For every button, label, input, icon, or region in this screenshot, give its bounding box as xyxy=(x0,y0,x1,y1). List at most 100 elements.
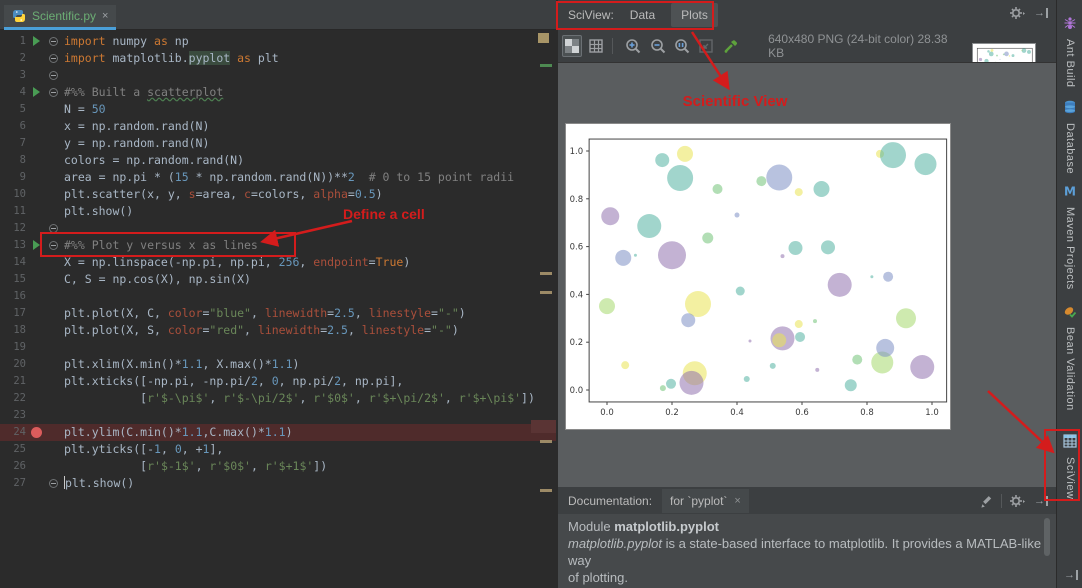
code-line-8[interactable]: 8colors = np.random.rand(N) xyxy=(0,152,556,169)
run-cell-icon[interactable] xyxy=(26,84,46,101)
actual-size-icon[interactable] xyxy=(672,35,692,57)
grid-icon[interactable] xyxy=(586,35,606,57)
code-line-19[interactable]: 19 xyxy=(0,339,556,356)
edit-pencil-icon[interactable] xyxy=(980,495,993,508)
tab-plots[interactable]: Plots xyxy=(671,3,718,27)
code-line-15[interactable]: 15C, S = np.cos(X), np.sin(X) xyxy=(0,271,556,288)
gear-icon[interactable] xyxy=(1010,6,1026,20)
code-line-11[interactable]: 11plt.show() xyxy=(0,203,556,220)
fold-marker-icon[interactable] xyxy=(46,220,64,237)
scatter-plot-image[interactable]: 0.00.20.40.60.81.00.00.20.40.60.81.0 xyxy=(566,124,950,429)
stripe-mark-green[interactable] xyxy=(540,64,552,67)
code-line-5[interactable]: 5N = 50 xyxy=(0,101,556,118)
scatter-point xyxy=(1000,59,1001,60)
tool-window-button-database[interactable]: Database xyxy=(1057,100,1082,174)
hide-panel-icon[interactable]: → xyxy=(1034,8,1048,18)
tab-data[interactable]: Data xyxy=(620,3,665,27)
code-line-14[interactable]: 14X = np.linspace(-np.pi, np.pi, 256, en… xyxy=(0,254,556,271)
transparency-chessboard-icon[interactable] xyxy=(562,35,582,57)
hide-panel-icon[interactable]: → xyxy=(1034,496,1048,506)
doc-scrollbar[interactable] xyxy=(1044,518,1050,556)
doc-tab-pyplot[interactable]: for `pyplot` × xyxy=(662,489,749,513)
tool-window-button-ant-build[interactable]: Ant Build xyxy=(1057,16,1082,88)
code-line-6[interactable]: 6x = np.random.rand(N) xyxy=(0,118,556,135)
stripe-mark-warning[interactable] xyxy=(540,440,552,443)
error-stripe-indicator[interactable] xyxy=(538,33,549,43)
code-line-10[interactable]: 10plt.scatter(x, y, s=area, c=colors, al… xyxy=(0,186,556,203)
hide-strip-icon[interactable]: → xyxy=(1064,570,1078,580)
code-line-22[interactable]: 22 [r'$-\pi$', r'$-\pi/2$', r'$0$', r'$+… xyxy=(0,390,556,407)
code-line-3[interactable]: 3 xyxy=(0,67,556,84)
code-line-7[interactable]: 7y = np.random.rand(N) xyxy=(0,135,556,152)
breakpoint-icon[interactable] xyxy=(26,424,46,441)
code-line-21[interactable]: 21plt.xticks([-np.pi, -np.pi/2, 0, np.pi… xyxy=(0,373,556,390)
code-text xyxy=(64,407,556,424)
fold-column xyxy=(46,135,64,152)
ant-icon xyxy=(1063,16,1077,35)
editor-pane: Scientific.py × 1import numpy as np2 impo… xyxy=(0,0,556,588)
code-line-18[interactable]: 18plt.plot(X, S, color="red", linewidth=… xyxy=(0,322,556,339)
stripe-mark-warning[interactable] xyxy=(540,291,552,294)
doc-tab-close-icon[interactable]: × xyxy=(734,495,740,507)
file-tab-close-icon[interactable]: × xyxy=(102,10,108,22)
line-number: 20 xyxy=(0,356,26,373)
stripe-mark-warning[interactable] xyxy=(540,489,552,492)
code-line-12[interactable]: 12 xyxy=(0,220,556,237)
scatter-point xyxy=(1009,55,1010,56)
code-line-20[interactable]: 20plt.xlim(X.min()*1.1, X.max()*1.1) xyxy=(0,356,556,373)
doc-module-prefix: Module xyxy=(568,519,614,534)
zoom-out-icon[interactable] xyxy=(648,35,668,57)
code-line-17[interactable]: 17plt.plot(X, C, color="blue", linewidth… xyxy=(0,305,556,322)
code-line-13[interactable]: 13#%% Plot y versus x as lines xyxy=(0,237,556,254)
code-text: import matplotlib.pyplot as plt xyxy=(64,50,556,67)
code-line-16[interactable]: 16 xyxy=(0,288,556,305)
line-number: 2 xyxy=(0,50,26,67)
code-line-9[interactable]: 9area = np.pi * (15 * np.random.rand(N))… xyxy=(0,169,556,186)
fold-marker-icon[interactable] xyxy=(46,67,64,84)
svg-text:0.4: 0.4 xyxy=(730,408,744,418)
gutter-space xyxy=(26,305,46,322)
stripe-mark-breakpoint[interactable] xyxy=(531,420,556,433)
stripe-mark-warning[interactable] xyxy=(540,272,552,275)
tool-window-button-maven-projects[interactable]: MMaven Projects xyxy=(1057,184,1082,290)
run-cell-icon[interactable] xyxy=(26,33,46,50)
code-line-2[interactable]: 2 import matplotlib.pyplot as plt xyxy=(0,50,556,67)
fold-column xyxy=(46,152,64,169)
code-text: area = np.pi * (15 * np.random.rand(N))*… xyxy=(64,169,556,186)
line-number: 10 xyxy=(0,186,26,203)
gear-icon[interactable] xyxy=(1010,494,1026,508)
code-line-4[interactable]: 4#%% Built a scatterplot xyxy=(0,84,556,101)
code-line-25[interactable]: 25plt.yticks([-1, 0, +1], xyxy=(0,441,556,458)
fold-marker-icon[interactable] xyxy=(46,50,64,67)
scatter-point xyxy=(744,376,750,382)
gutter-space xyxy=(26,356,46,373)
line-number: 16 xyxy=(0,288,26,305)
color-picker-icon[interactable] xyxy=(720,35,740,57)
fold-marker-icon[interactable] xyxy=(46,84,64,101)
fold-marker-icon[interactable] xyxy=(46,237,64,254)
fold-column xyxy=(46,373,64,390)
code-text: plt.ylim(C.min()*1.1,C.max()*1.1) xyxy=(64,424,556,441)
tool-window-label: Bean Validation xyxy=(1064,327,1076,411)
tool-window-button-sciview[interactable]: SciView xyxy=(1057,434,1082,499)
gutter-space xyxy=(26,118,46,135)
code-line-1[interactable]: 1import numpy as np xyxy=(0,33,556,50)
run-cell-icon[interactable] xyxy=(26,237,46,254)
zoom-in-icon[interactable] xyxy=(623,35,643,57)
fold-marker-icon[interactable] xyxy=(46,33,64,50)
line-number: 13 xyxy=(0,237,26,254)
code-text xyxy=(64,288,556,305)
scatter-point xyxy=(915,153,937,175)
gutter-space xyxy=(26,152,46,169)
sciview-panel: SciView: Data Plots → xyxy=(558,0,1056,487)
scatter-point xyxy=(795,320,803,328)
tool-window-label: SciView xyxy=(1064,457,1076,499)
code-line-26[interactable]: 26 [r'$-1$', r'$0$', r'$+1$']) xyxy=(0,458,556,475)
code-line-23[interactable]: 23 xyxy=(0,407,556,424)
fold-marker-icon[interactable] xyxy=(46,475,64,492)
code-line-24[interactable]: 24plt.ylim(C.min()*1.1,C.max()*1.1) xyxy=(0,424,556,441)
code-line-27[interactable]: 27plt.show() xyxy=(0,475,556,492)
file-tab-scientific-py[interactable]: Scientific.py × xyxy=(4,5,116,30)
tool-window-button-bean-validation[interactable]: Bean Validation xyxy=(1057,304,1082,411)
code-editor[interactable]: 1import numpy as np2 import matplotlib.py… xyxy=(0,30,556,588)
